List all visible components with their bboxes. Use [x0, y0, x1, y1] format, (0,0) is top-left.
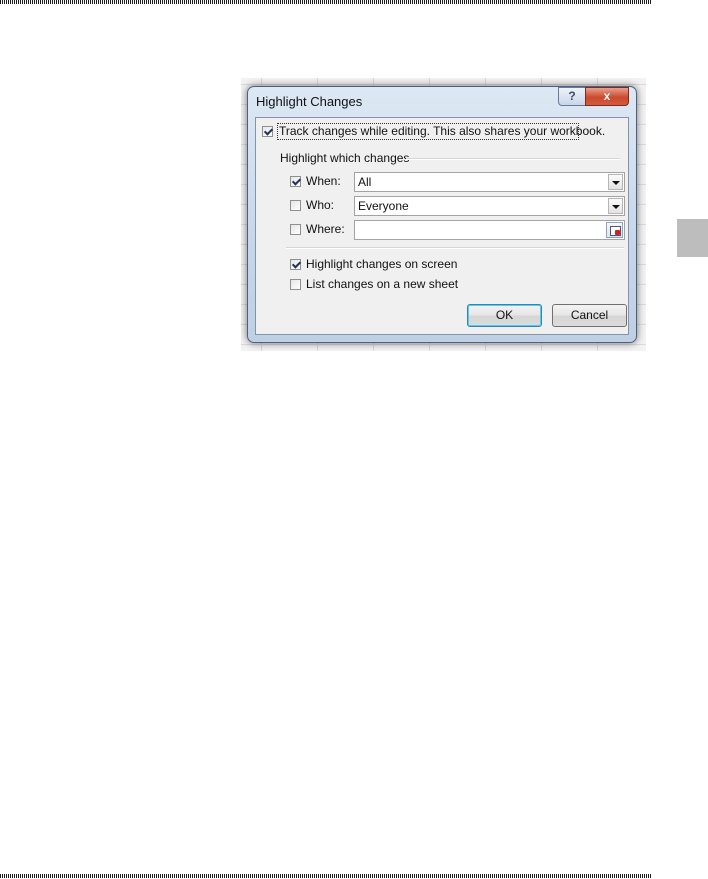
list-on-new-sheet-checkbox[interactable] [290, 279, 301, 290]
help-button[interactable]: ? [558, 87, 586, 106]
track-changes-label: Track changes while editing. This also s… [279, 124, 606, 138]
dialog-body: Track changes while editing. This also s… [255, 117, 629, 335]
ok-button[interactable]: OK [467, 304, 542, 327]
where-label: Where: [306, 222, 345, 236]
highlight-on-screen-checkbox[interactable] [290, 259, 301, 270]
page-side-tab [677, 219, 708, 257]
cancel-button[interactable]: Cancel [552, 304, 627, 327]
close-button[interactable]: x [585, 87, 629, 106]
question-mark-icon: ? [568, 89, 576, 103]
range-select-icon[interactable] [606, 222, 623, 238]
screenshot-frame: Highlight Changes ? x Track changes whil… [241, 78, 646, 351]
dialog-title: Highlight Changes [256, 94, 363, 109]
highlight-changes-dialog: Highlight Changes ? x Track changes whil… [247, 86, 637, 343]
chevron-down-icon[interactable] [608, 198, 623, 214]
when-select[interactable]: All [354, 172, 625, 192]
who-select[interactable]: Everyone [354, 196, 625, 216]
group-separator [406, 158, 620, 160]
when-label: When: [306, 174, 341, 188]
page-top-rule [0, 0, 651, 4]
when-checkbox[interactable] [290, 176, 301, 187]
page-bottom-rule [0, 874, 651, 878]
highlight-on-screen-label: Highlight changes on screen [306, 257, 458, 271]
track-changes-checkbox[interactable] [262, 126, 273, 137]
where-checkbox[interactable] [290, 224, 301, 235]
list-on-new-sheet-label: List changes on a new sheet [306, 277, 459, 291]
options-separator [286, 247, 624, 249]
close-icon: x [603, 89, 611, 103]
where-input[interactable] [354, 220, 625, 240]
who-select-value: Everyone [358, 199, 409, 213]
highlight-which-changes-label: Highlight which changes [280, 151, 410, 165]
chevron-down-icon[interactable] [608, 174, 623, 190]
who-label: Who: [306, 198, 335, 212]
when-select-value: All [358, 175, 372, 189]
who-checkbox[interactable] [290, 200, 301, 211]
